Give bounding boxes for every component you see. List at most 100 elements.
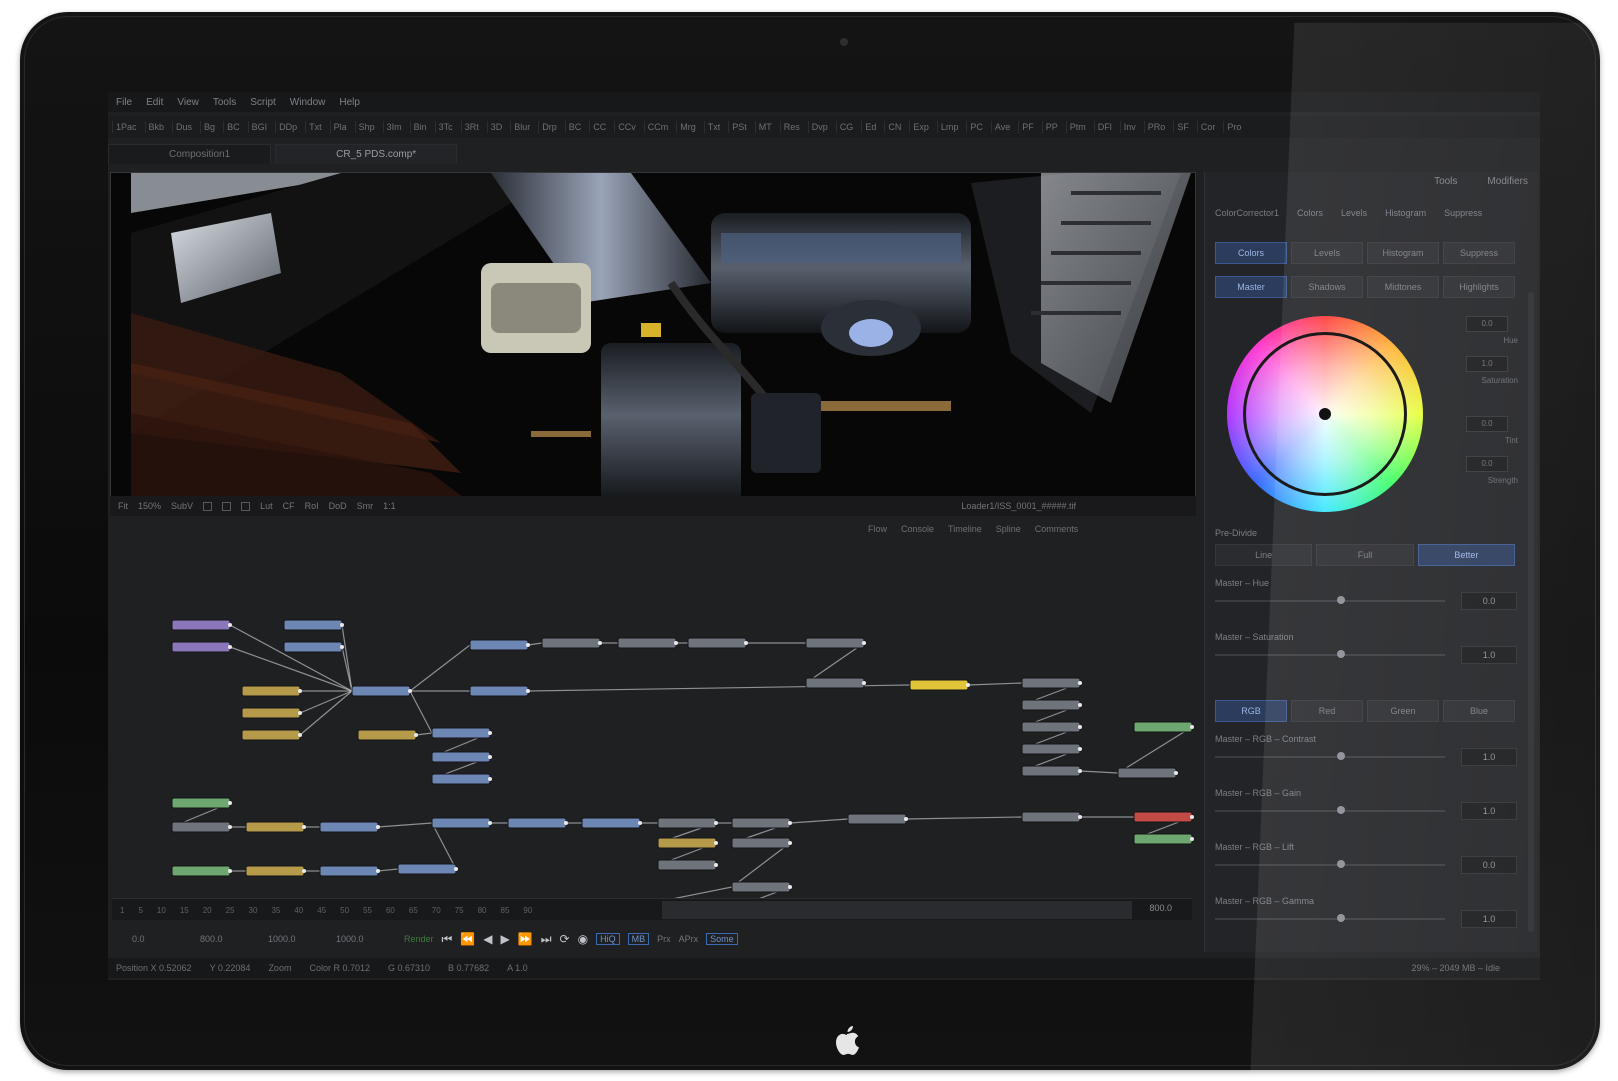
toolbar-button[interactable]: BC [564, 121, 585, 133]
rewind-icon[interactable]: ⏪ [460, 932, 475, 946]
skip-start-icon[interactable]: ⏮ [442, 932, 453, 947]
node-output-port[interactable] [376, 869, 380, 873]
toolbar-button[interactable]: Dus [172, 121, 195, 133]
toolbar-button[interactable]: Cor [1196, 121, 1219, 133]
menu-file[interactable]: File [116, 97, 132, 108]
viewer-cf[interactable]: CF [283, 501, 295, 511]
pre-divide-full[interactable]: Full [1316, 544, 1414, 566]
tab-master[interactable]: Master [1215, 276, 1287, 298]
toolbar-button[interactable]: Dvp [807, 121, 831, 133]
viewer-1to1[interactable]: 1:1 [383, 501, 396, 511]
node-output-port[interactable] [340, 623, 344, 627]
toolbar-button[interactable]: CN [884, 121, 904, 133]
node-output-port[interactable] [788, 841, 792, 845]
tab-suppress[interactable]: Suppress [1443, 242, 1515, 264]
node-output-port[interactable] [298, 689, 302, 693]
channel-rgb[interactable]: RGB [1215, 700, 1287, 722]
flow-node[interactable] [731, 837, 791, 849]
tab-composition1[interactable]: Composition1 [108, 144, 272, 164]
toolbar-button[interactable]: Pla [329, 121, 350, 133]
current-time-field[interactable]: 800.0 [200, 934, 260, 944]
hiq-toggle[interactable]: HiQ [596, 933, 620, 945]
timeline-range[interactable] [662, 901, 1132, 919]
menu-tools[interactable]: Tools [213, 97, 236, 108]
flow-node[interactable] [245, 865, 305, 877]
toolbar-button[interactable]: CC [589, 121, 609, 133]
node-output-port[interactable] [302, 825, 306, 829]
node-output-port[interactable] [862, 641, 866, 645]
tool-name[interactable]: ColorCorrector1 [1215, 208, 1279, 218]
toolbar-button[interactable]: Shp [354, 121, 378, 133]
toolbar-button[interactable]: Ed [861, 121, 879, 133]
channel-green[interactable]: Green [1367, 700, 1439, 722]
flow-node[interactable] [171, 619, 231, 631]
toolbar-button[interactable]: Res [779, 121, 803, 133]
flow-node[interactable] [847, 813, 907, 825]
node-output-port[interactable] [638, 821, 642, 825]
menu-script[interactable]: Script [250, 97, 276, 108]
flow-node[interactable] [1021, 765, 1081, 777]
node-output-port[interactable] [228, 825, 232, 829]
toolbar-button[interactable]: Txt [305, 121, 325, 133]
toolbar-button[interactable]: PF [1018, 121, 1037, 133]
slider-hue[interactable] [1215, 596, 1445, 606]
flow-node[interactable] [397, 863, 457, 875]
node-output-port[interactable] [228, 645, 232, 649]
flow-node[interactable] [245, 821, 305, 833]
toolbar-button[interactable]: PC [966, 121, 986, 133]
slider-gamma[interactable] [1215, 914, 1445, 924]
node-output-port[interactable] [714, 821, 718, 825]
toolbar-button[interactable]: Lmp [936, 121, 962, 133]
node-output-port[interactable] [298, 711, 302, 715]
node-output-port[interactable] [1078, 703, 1082, 707]
toolbar-button[interactable]: CCm [643, 121, 672, 133]
node-output-port[interactable] [862, 681, 866, 685]
pointer-tool-icon[interactable] [203, 501, 213, 511]
tab-tools[interactable]: Tools [1434, 176, 1457, 196]
tab-levels[interactable]: Levels [1291, 242, 1363, 264]
slider-lift[interactable] [1215, 860, 1445, 870]
slider-value-lift[interactable]: 0.0 [1461, 856, 1517, 874]
node-output-port[interactable] [714, 841, 718, 845]
flow-node[interactable] [283, 641, 343, 653]
skip-end-icon[interactable]: ⏭ [541, 932, 552, 947]
node-output-port[interactable] [454, 867, 458, 871]
node-output-port[interactable] [228, 801, 232, 805]
play-icon[interactable]: ▶ [501, 932, 510, 946]
node-output-port[interactable] [1078, 725, 1082, 729]
node-output-port[interactable] [488, 731, 492, 735]
flow-node[interactable] [469, 639, 529, 651]
slider-knob[interactable] [1337, 596, 1346, 604]
toolbar-button[interactable]: Bg [200, 121, 218, 133]
node-output-port[interactable] [408, 689, 412, 693]
flow-node[interactable] [657, 859, 717, 871]
toolbar-button[interactable]: Exp [909, 121, 932, 133]
play-reverse-icon[interactable]: ◀ [483, 932, 492, 946]
tint-value[interactable]: 0.0 [1466, 416, 1508, 432]
pre-divide-better[interactable]: Better [1417, 544, 1515, 566]
mb-toggle[interactable]: MB [627, 933, 650, 945]
toolbar-button[interactable]: 3Tc [434, 121, 456, 133]
timeline[interactable]: 1 5 10 15 20 25 30 35 40 45 50 55 60 65 70 75 80 85 90 800… [112, 898, 1192, 920]
flow-node[interactable] [431, 817, 491, 829]
flow-node[interactable] [241, 685, 301, 697]
slider-knob[interactable] [1337, 806, 1346, 814]
channel-blue[interactable]: Blue [1443, 700, 1515, 722]
toolbar-button[interactable]: Mrg [676, 121, 699, 133]
tab-highlights[interactable]: Highlights [1443, 276, 1515, 298]
frame-a-field[interactable]: 1000.0 [268, 934, 328, 944]
tool-row-histogram[interactable]: Histogram [1385, 208, 1426, 218]
flow-node[interactable] [241, 729, 301, 741]
node-output-port[interactable] [966, 683, 970, 687]
some-toggle[interactable]: Some [706, 933, 738, 945]
node-output-port[interactable] [228, 623, 232, 627]
flow-node[interactable] [469, 685, 529, 697]
pan-tool-icon[interactable] [222, 501, 232, 511]
flow-node[interactable] [687, 637, 747, 649]
menu-window[interactable]: Window [290, 97, 326, 108]
toolbar-button[interactable]: PP [1041, 121, 1061, 133]
toolbar-button[interactable]: CCv [614, 121, 639, 133]
flow-node[interactable] [1117, 767, 1177, 779]
menu-edit[interactable]: Edit [146, 97, 163, 108]
tab-colors[interactable]: Colors [1215, 242, 1287, 264]
